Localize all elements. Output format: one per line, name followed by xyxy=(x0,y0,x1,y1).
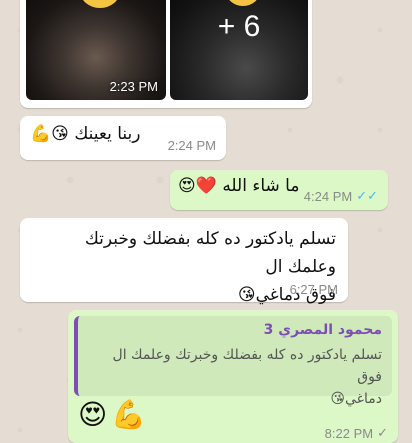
image-album-message[interactable]: 2:23 PM + 6 xyxy=(20,0,312,108)
sent-tick-icon: ✓ xyxy=(377,425,388,440)
message-time: 8:22 PM xyxy=(324,425,374,441)
message-time: 2:24 PM xyxy=(167,138,216,153)
album-time: 2:23 PM xyxy=(109,79,158,94)
message-line-1: تسلم يادكتور ده كله بفضلك وخبرتك وعلمك ا… xyxy=(84,229,336,277)
heart-eyes-emoji-icon: 😍 xyxy=(178,176,196,196)
message-text: 😍❤️ ما شاء الله xyxy=(178,176,299,196)
photo-thumbnail-2[interactable]: + 6 xyxy=(170,0,308,100)
kiss-face-emoji-icon: 😘 xyxy=(330,391,345,407)
red-heart-emoji-icon: ❤️ xyxy=(195,176,217,196)
message-meta: 4:24 PM ✓✓ xyxy=(304,188,378,204)
quoted-message[interactable]: محمود المصري 3 تسلم يادكتور ده كله بفضلك… xyxy=(74,316,392,407)
incoming-message[interactable]: تسلم يادكتور ده كله بفضلك وخبرتك وعلمك ا… xyxy=(20,218,348,305)
flexed-biceps-emoji-icon: 💪 xyxy=(111,398,147,431)
quote-author: محمود المصري 3 xyxy=(263,322,382,338)
message-body: ما شاء الله xyxy=(222,176,300,196)
flexed-biceps-emoji-icon: 💪 xyxy=(30,124,52,144)
message-time: 6:27 PM xyxy=(289,282,338,297)
more-photos-count: + 6 xyxy=(217,10,261,43)
outgoing-message[interactable]: 😍❤️ ما شاء الله 4:24 PM ✓✓ xyxy=(170,170,388,210)
heart-eyes-emoji-icon: 😍 xyxy=(78,398,108,431)
message-text: 😍 💪 xyxy=(78,398,146,431)
emoji-sticker-overlay xyxy=(226,0,260,6)
incoming-message[interactable]: 💪😘 ربنا يعينك 2:24 PM xyxy=(20,116,226,160)
message-time: 4:24 PM xyxy=(303,188,353,204)
message-body: ربنا يعينك xyxy=(74,124,141,144)
kiss-face-emoji-icon: 😘 xyxy=(51,124,69,144)
emoji-sticker-overlay xyxy=(80,0,120,8)
photo-thumbnail-1[interactable]: 2:23 PM xyxy=(26,0,166,100)
kiss-face-emoji-icon: 😘 xyxy=(237,285,256,305)
read-receipt-icon: ✓✓ xyxy=(356,188,378,203)
message-meta: 8:22 PM ✓ xyxy=(325,425,388,441)
outgoing-reply-message[interactable]: محمود المصري 3 تسلم يادكتور ده كله بفضلك… xyxy=(68,310,398,443)
message-text: 💪😘 ربنا يعينك xyxy=(30,124,141,144)
